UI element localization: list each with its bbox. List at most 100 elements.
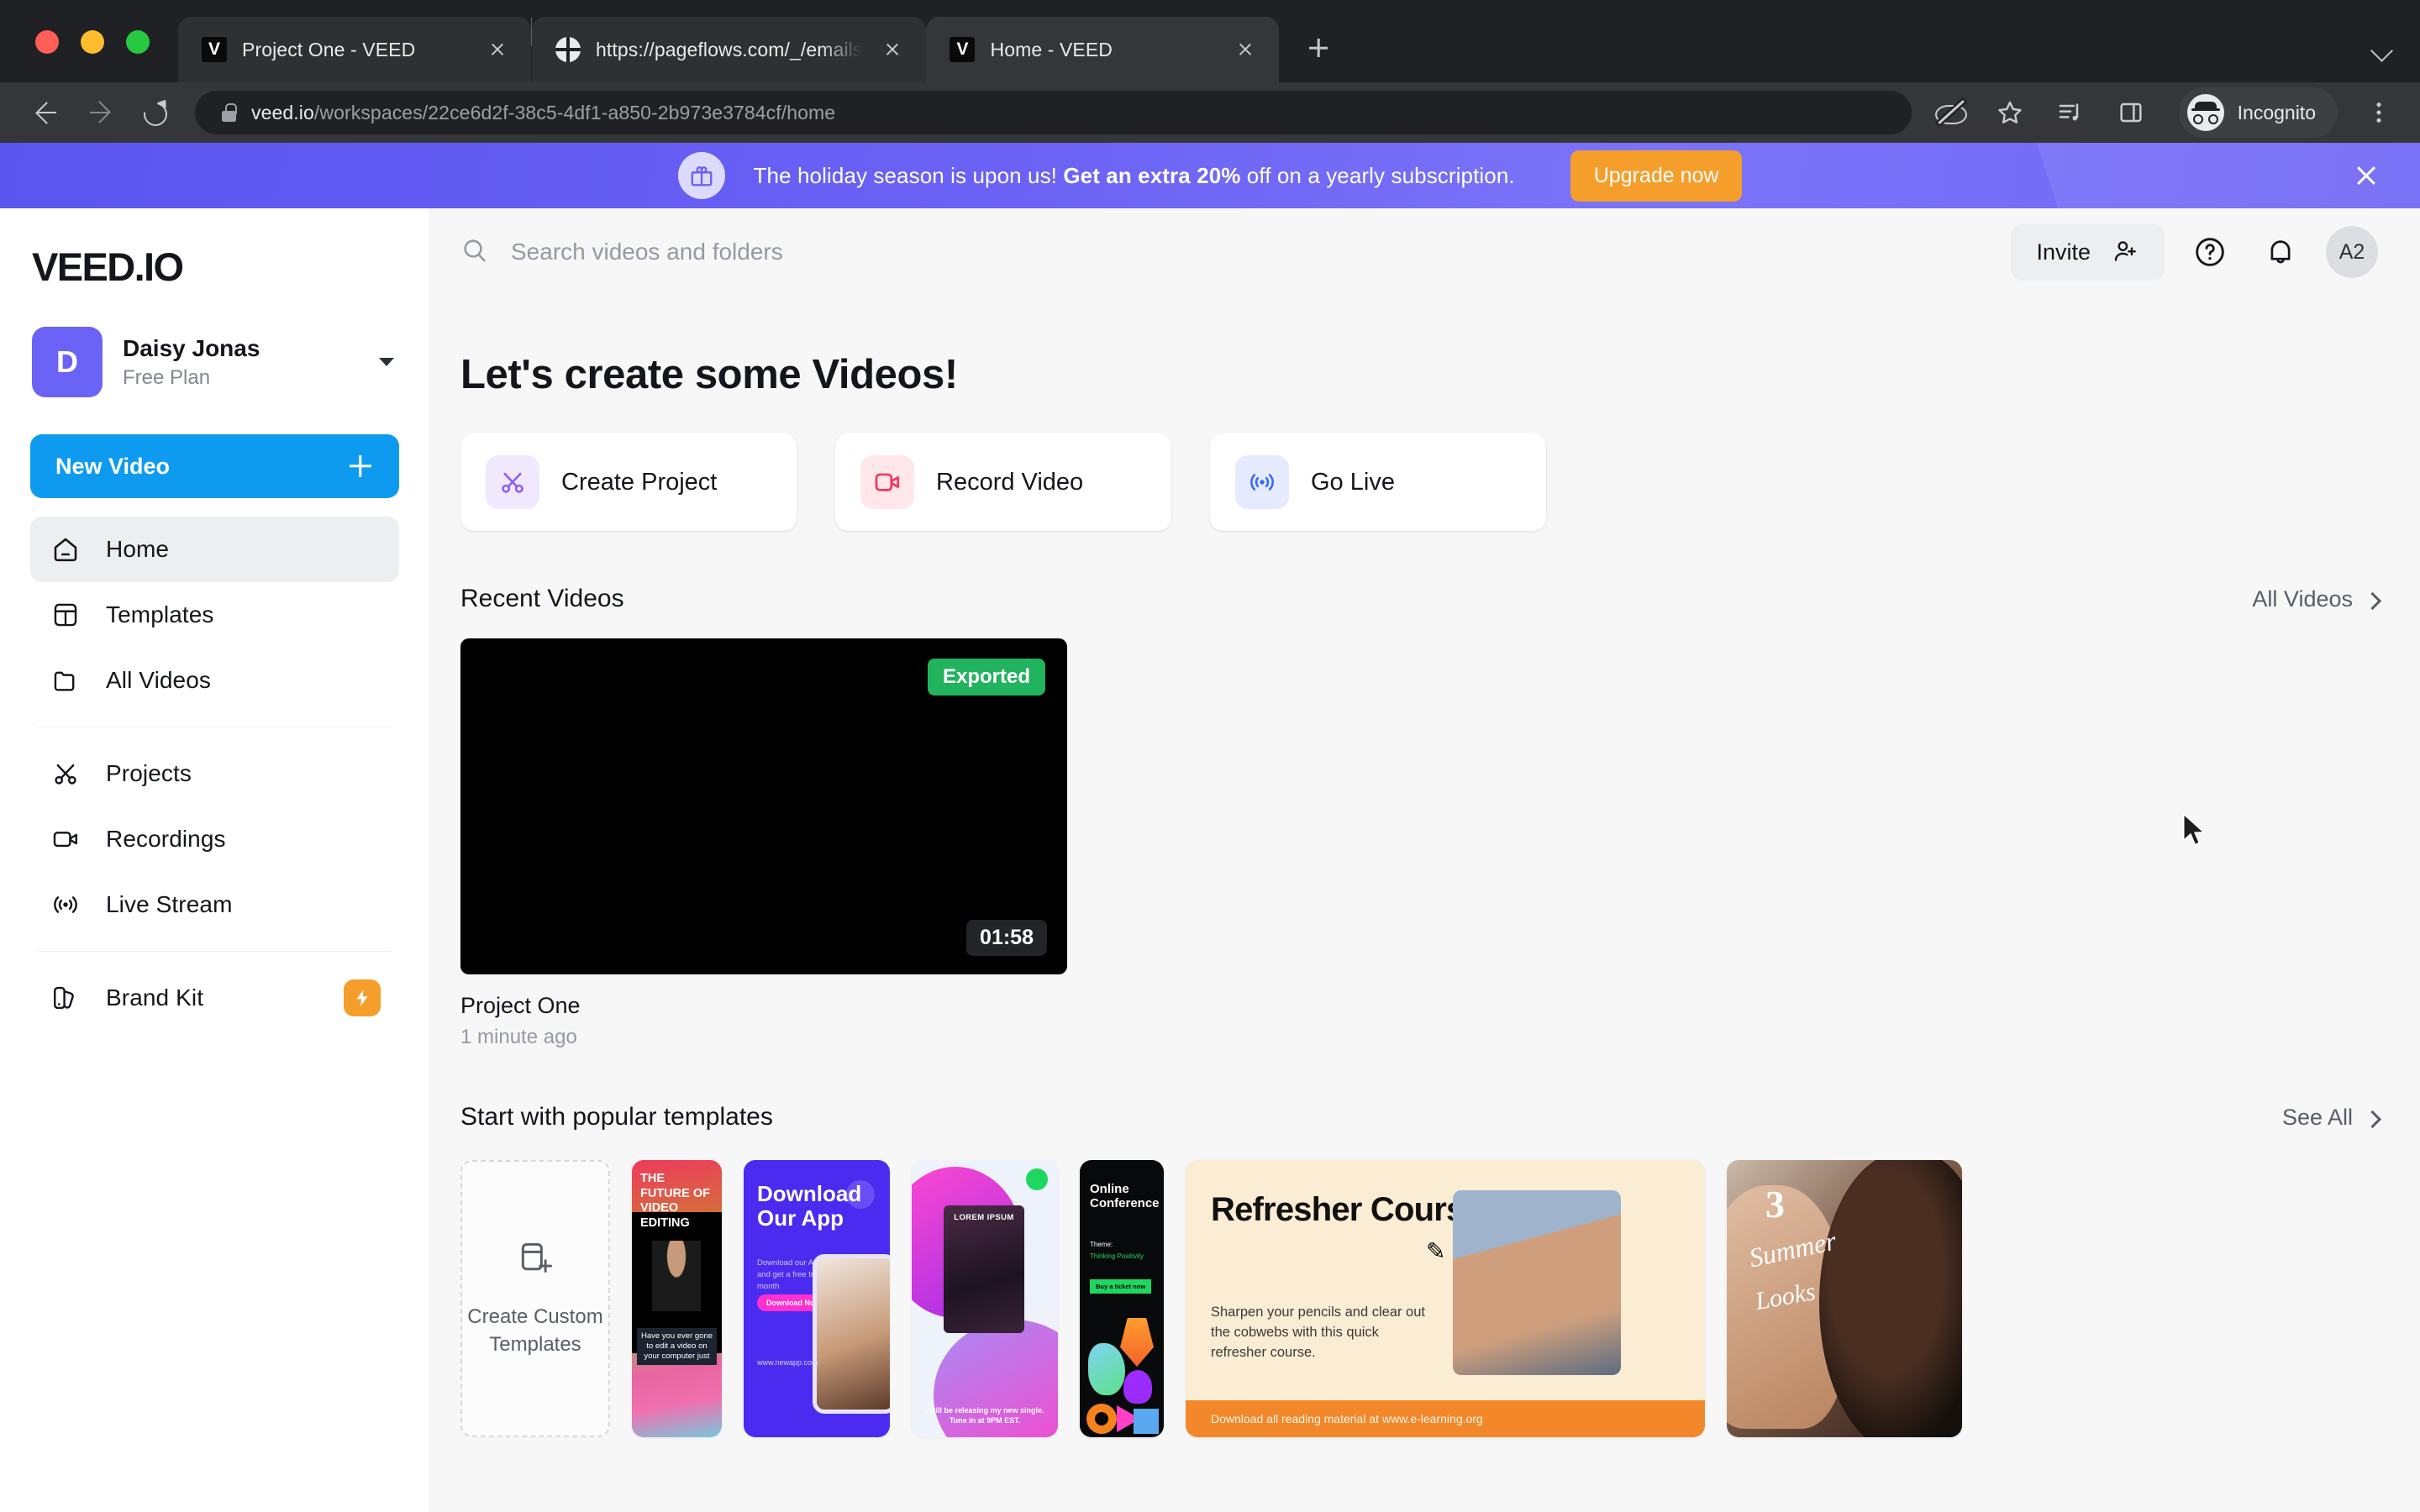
chevron-right-icon xyxy=(2365,1110,2378,1126)
scissors-icon xyxy=(49,757,82,790)
template-decor-shape xyxy=(1088,1343,1125,1395)
template-footer-bar: Download all reading material at www.e-l… xyxy=(1186,1400,1705,1437)
page-title: Let's create some Videos! xyxy=(460,352,958,397)
reload-icon[interactable] xyxy=(129,88,178,137)
forward-button[interactable] xyxy=(76,88,124,137)
maximize-window-button[interactable] xyxy=(126,30,150,54)
video-timestamp: 1 minute ago xyxy=(460,1026,577,1048)
close-banner-button[interactable] xyxy=(2349,159,2383,192)
sidebar-item-projects[interactable]: Projects xyxy=(30,741,399,806)
create-custom-template-card[interactable]: Create Custom Templates xyxy=(460,1160,610,1437)
video-card[interactable]: Exported 01:58 Project One 1 minute ago xyxy=(460,638,1067,1049)
template-person-image xyxy=(652,1241,701,1311)
content-scroll-area: Let's create some Videos! Create Project xyxy=(430,296,2420,1512)
account-switcher[interactable]: D Daisy Jonas Free Plan xyxy=(30,323,399,401)
browser-tab[interactable]: V Project One - VEED xyxy=(178,17,531,82)
new-video-label: New Video xyxy=(55,453,171,479)
template-heading: LOREM IPSUM xyxy=(954,1213,1014,1222)
sidebar-item-all-videos[interactable]: All Videos xyxy=(30,648,399,713)
gift-icon xyxy=(677,152,725,199)
address-bar[interactable]: veed.io/workspaces/22ce6d2f-38c5-4df1-a8… xyxy=(195,91,1912,134)
spotify-icon xyxy=(1026,1168,1048,1190)
search-input[interactable]: Search videos and folders xyxy=(460,236,2011,269)
side-panel-icon[interactable] xyxy=(2112,93,2150,132)
star-icon[interactable] xyxy=(1991,93,2029,132)
video-duration: 01:58 xyxy=(966,920,1047,956)
veed-favicon: V xyxy=(202,37,227,62)
close-window-button[interactable] xyxy=(35,30,59,54)
see-all-templates-link[interactable]: See All xyxy=(2282,1105,2378,1131)
veed-logo[interactable]: VEED.IO xyxy=(30,244,399,290)
sidebar-item-brand-kit[interactable]: Brand Kit xyxy=(30,965,399,1031)
help-button[interactable] xyxy=(2185,227,2235,277)
page-viewport: The holiday season is upon us! Get an ex… xyxy=(0,143,2420,1512)
template-card[interactable]: Download Our App Download our App and ge… xyxy=(744,1160,890,1437)
video-thumbnail[interactable]: Exported 01:58 xyxy=(460,638,1067,974)
sidebar-item-home[interactable]: Home xyxy=(30,517,399,582)
templates-icon xyxy=(49,598,82,632)
close-tab-button[interactable] xyxy=(877,34,908,65)
template-url: www.newapp.com xyxy=(757,1358,818,1367)
incognito-icon xyxy=(2186,94,2224,131)
account-plan: Free Plan xyxy=(123,365,211,389)
quick-action-label: Create Project xyxy=(561,468,718,496)
pencil-icon: ✎ xyxy=(1426,1238,1446,1264)
sidebar-item-label: Projects xyxy=(106,760,192,786)
status-badge: Exported xyxy=(927,659,1045,696)
sidebar-item-recordings[interactable]: Recordings xyxy=(30,806,399,872)
tab-title: Home - VEED xyxy=(990,38,1113,60)
template-decor-shape xyxy=(1134,1409,1159,1434)
back-button[interactable] xyxy=(22,88,71,137)
account-avatar: D xyxy=(32,327,103,397)
minimize-window-button[interactable] xyxy=(81,30,104,54)
scissors-icon xyxy=(486,455,539,509)
chrome-menu-icon[interactable] xyxy=(2360,93,2398,132)
bolt-badge xyxy=(344,979,381,1016)
invite-button[interactable]: Invite xyxy=(2011,223,2165,281)
new-video-button[interactable]: New Video xyxy=(30,434,399,498)
template-body: Sharpen your pencils and clear out the c… xyxy=(1211,1305,1425,1360)
sidebar-item-templates[interactable]: Templates xyxy=(30,582,399,648)
template-card[interactable]: Online Conference Theme: Thinking Positi… xyxy=(1080,1160,1164,1437)
all-videos-label: All Videos xyxy=(2252,586,2353,612)
promo-banner: The holiday season is upon us! Get an ex… xyxy=(0,143,2420,208)
media-list-icon[interactable] xyxy=(2051,93,2090,132)
template-card[interactable]: 3 Summer Looks xyxy=(1727,1160,1962,1437)
search-icon xyxy=(460,236,489,269)
section-title: Start with popular templates xyxy=(460,1103,773,1131)
sidebar-item-live-stream[interactable]: Live Stream xyxy=(30,872,399,937)
search-placeholder: Search videos and folders xyxy=(511,239,783,265)
all-videos-link[interactable]: All Videos xyxy=(2252,586,2378,612)
profile-button[interactable]: Incognito xyxy=(2178,87,2338,138)
create-project-card[interactable]: Create Project xyxy=(460,433,797,531)
template-card[interactable]: Refresher Course ✎ Sharpen your pencils … xyxy=(1186,1160,1705,1437)
main-content: Search videos and folders Invite A2 Let'… xyxy=(430,208,2420,1512)
quick-actions: Create Project Record Video Go Live xyxy=(460,433,2378,531)
template-heading: Online Conference xyxy=(1090,1182,1160,1211)
eye-slash-icon[interactable] xyxy=(1930,93,1969,132)
go-live-card[interactable]: Go Live xyxy=(1210,433,1546,531)
new-tab-button[interactable] xyxy=(1296,25,1341,71)
template-heading: Refresher Course xyxy=(1211,1191,1483,1228)
add-user-icon xyxy=(2112,238,2139,267)
template-button-label: Buy a ticket now xyxy=(1090,1279,1152,1294)
record-video-card[interactable]: Record Video xyxy=(835,433,1171,531)
chevron-down-icon[interactable] xyxy=(2370,35,2395,60)
sidebar-item-label: Brand Kit xyxy=(106,984,204,1011)
template-heading: THE FUTURE OF VIDEO EDITING xyxy=(640,1172,710,1231)
browser-tab[interactable]: https://pageflows.com/_/emails xyxy=(532,17,927,82)
template-card[interactable]: THE FUTURE OF VIDEO EDITING Have you eve… xyxy=(632,1160,722,1437)
template-card[interactable]: LOREM IPSUM I will be releasing my new s… xyxy=(912,1160,1058,1437)
main-topbar: Search videos and folders Invite A2 xyxy=(430,208,2420,296)
sidebar-divider xyxy=(37,951,392,952)
see-all-label: See All xyxy=(2281,1105,2353,1130)
browser-tab-active[interactable]: V Home - VEED xyxy=(926,17,1280,82)
tabs: V Project One - VEED https://pageflows.c… xyxy=(178,0,1341,82)
close-tab-button[interactable] xyxy=(1230,34,1260,65)
user-avatar[interactable]: A2 xyxy=(2326,226,2378,278)
upgrade-now-button[interactable]: Upgrade now xyxy=(1570,150,1743,202)
notifications-button[interactable] xyxy=(2255,227,2306,277)
close-tab-button[interactable] xyxy=(482,34,513,65)
section-title: Recent Videos xyxy=(460,585,624,612)
sidebar-item-label: Home xyxy=(106,536,170,562)
